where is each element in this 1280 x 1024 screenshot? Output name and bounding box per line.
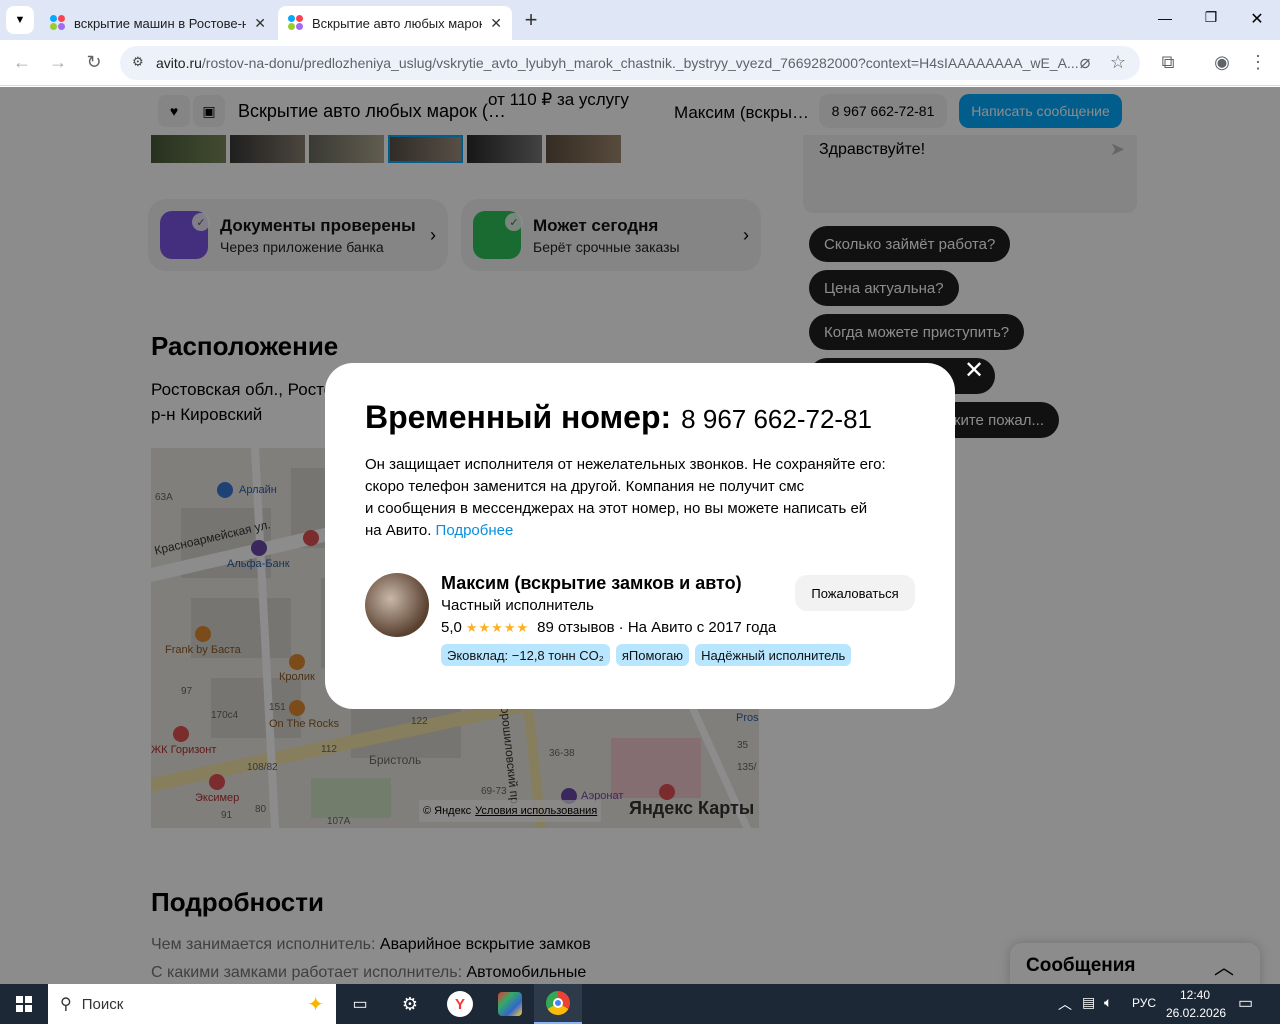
seller-tag[interactable]: яПомогаю (615, 644, 690, 666)
menu-icon[interactable]: ⋮ (1246, 50, 1270, 74)
language-indicator[interactable]: РУС (1132, 996, 1156, 1010)
tab-title: Вскрытие авто любых марок ( (312, 15, 483, 31)
windows-logo-icon (16, 996, 32, 1012)
seller-tag[interactable]: Эковклад: −12,8 тонн CO₂ (441, 644, 610, 666)
windows-start-icon[interactable] (0, 984, 48, 1024)
tab-listing[interactable]: Вскрытие авто любых марок ( ✕ (278, 6, 512, 40)
url-path: /rostov-na-donu/predlozheniya_uslug/vskr… (201, 55, 1079, 71)
extensions-icon[interactable]: ⧉ (1156, 50, 1180, 74)
yandex-browser-icon[interactable]: Y (436, 984, 484, 1024)
reviews-link[interactable]: 89 отзывов (537, 619, 615, 636)
seller-name[interactable]: Максим (вскрытие замков и авто) (441, 573, 742, 594)
seller-rating-row: 5,0 ★★★★★ 89 отзывов · На Авито с 2017 г… (441, 619, 776, 636)
seller-tags: Эковклад: −12,8 тонн CO₂ яПомогаю Надёжн… (441, 644, 852, 666)
rating-value: 5,0 (441, 619, 462, 636)
seller-type: Частный исполнитель (441, 597, 594, 614)
seller-since: · На Авито с 2017 года (618, 619, 777, 636)
modal-text-line: скоро телефон заменится на другой. Компа… (365, 478, 805, 495)
tray-chevron-icon[interactable]: ︿ (1058, 994, 1072, 1014)
taskbar-search[interactable]: ⚲ Поиск ✦ (48, 984, 336, 1024)
clock-date[interactable]: 26.02.2026 (1166, 1006, 1226, 1020)
settings-gear-icon[interactable]: ⚙ (386, 984, 434, 1024)
network-icon[interactable]: ▤ (1082, 994, 1095, 1011)
tab-close-icon[interactable]: ✕ (254, 15, 266, 32)
temporary-number-modal: Временный номер: 8 967 662-72-81 Он защи… (325, 363, 955, 709)
modal-description: Он защищает исполнителя от нежелательных… (365, 454, 925, 542)
more-link[interactable]: Подробнее (436, 522, 514, 539)
copilot-sparkle-icon: ✦ (307, 993, 324, 1016)
seller-tag[interactable]: Надёжный исполнитель (695, 644, 852, 666)
bookmark-star-icon[interactable]: ☆ (1106, 50, 1130, 74)
task-view-icon[interactable]: ▭ (336, 984, 384, 1024)
avito-favicon-icon (50, 15, 66, 31)
reload-icon[interactable]: ↻ (82, 50, 106, 74)
search-icon: ⚲ (60, 996, 72, 1013)
url-host: avito.ru (156, 55, 202, 71)
modal-title: Временный номер: 8 967 662-72-81 (365, 399, 872, 436)
page: ✓ Документы проверены Через приложение б… (0, 87, 1280, 984)
chrome-icon[interactable] (534, 984, 582, 1024)
minimize-button[interactable]: — (1150, 10, 1180, 26)
toolbar: ← → ↻ ⚙ avito.ru/rostov-na-donu/predlozh… (0, 40, 1280, 86)
tab-search[interactable]: вскрытие машин в Ростове-на- ✕ (40, 6, 276, 40)
app-icon[interactable] (486, 984, 534, 1024)
complain-button[interactable]: Пожаловаться (795, 575, 915, 611)
forward-icon[interactable]: → (46, 50, 70, 74)
modal-text-line: на Авито. (365, 522, 432, 539)
notifications-icon[interactable]: ▭ (1238, 993, 1253, 1013)
clock-time[interactable]: 12:40 (1180, 988, 1210, 1002)
avito-favicon-icon (288, 15, 304, 31)
tab-list-button[interactable]: ▼ (6, 6, 34, 34)
tab-close-icon[interactable]: ✕ (490, 15, 502, 32)
modal-close-icon[interactable]: ✕ (962, 359, 986, 383)
rating-stars-icon: ★★★★★ (465, 619, 530, 635)
site-info-icon[interactable]: ⚙ (132, 54, 144, 70)
seller-avatar[interactable] (365, 573, 429, 637)
restore-button[interactable]: ❐ (1196, 9, 1226, 26)
chevron-down-icon: ▼ (14, 14, 26, 26)
address-bar[interactable]: ⚙ avito.ru/rostov-na-donu/predlozheniya_… (120, 46, 1140, 80)
volume-icon[interactable]: 🔈︎ (1104, 994, 1112, 1011)
close-window-button[interactable]: ✕ (1242, 9, 1272, 29)
modal-title-text: Временный номер: (365, 399, 672, 435)
back-icon[interactable]: ← (10, 50, 34, 74)
location-off-icon[interactable]: ⌀ (1073, 50, 1097, 74)
new-tab-button[interactable]: + (518, 6, 544, 34)
tab-strip: ▼ вскрытие машин в Ростове-на- ✕ Вскрыти… (0, 0, 1280, 40)
modal-text-line: и сообщения в мессенджерах на этот номер… (365, 500, 868, 517)
taskbar-search-placeholder: Поиск (81, 995, 124, 1013)
taskbar: ⚲ Поиск ✦ ▭ ⚙ Y ︿ ▤ 🔈︎ РУС 12:40 26.02.2… (0, 984, 1280, 1024)
profile-icon[interactable]: ◉ (1210, 50, 1234, 74)
modal-text-line: Он защищает исполнителя от нежелательных… (365, 456, 886, 473)
modal-phone[interactable]: 8 967 662-72-81 (681, 404, 872, 435)
tab-title: вскрытие машин в Ростове-на- (74, 15, 247, 31)
